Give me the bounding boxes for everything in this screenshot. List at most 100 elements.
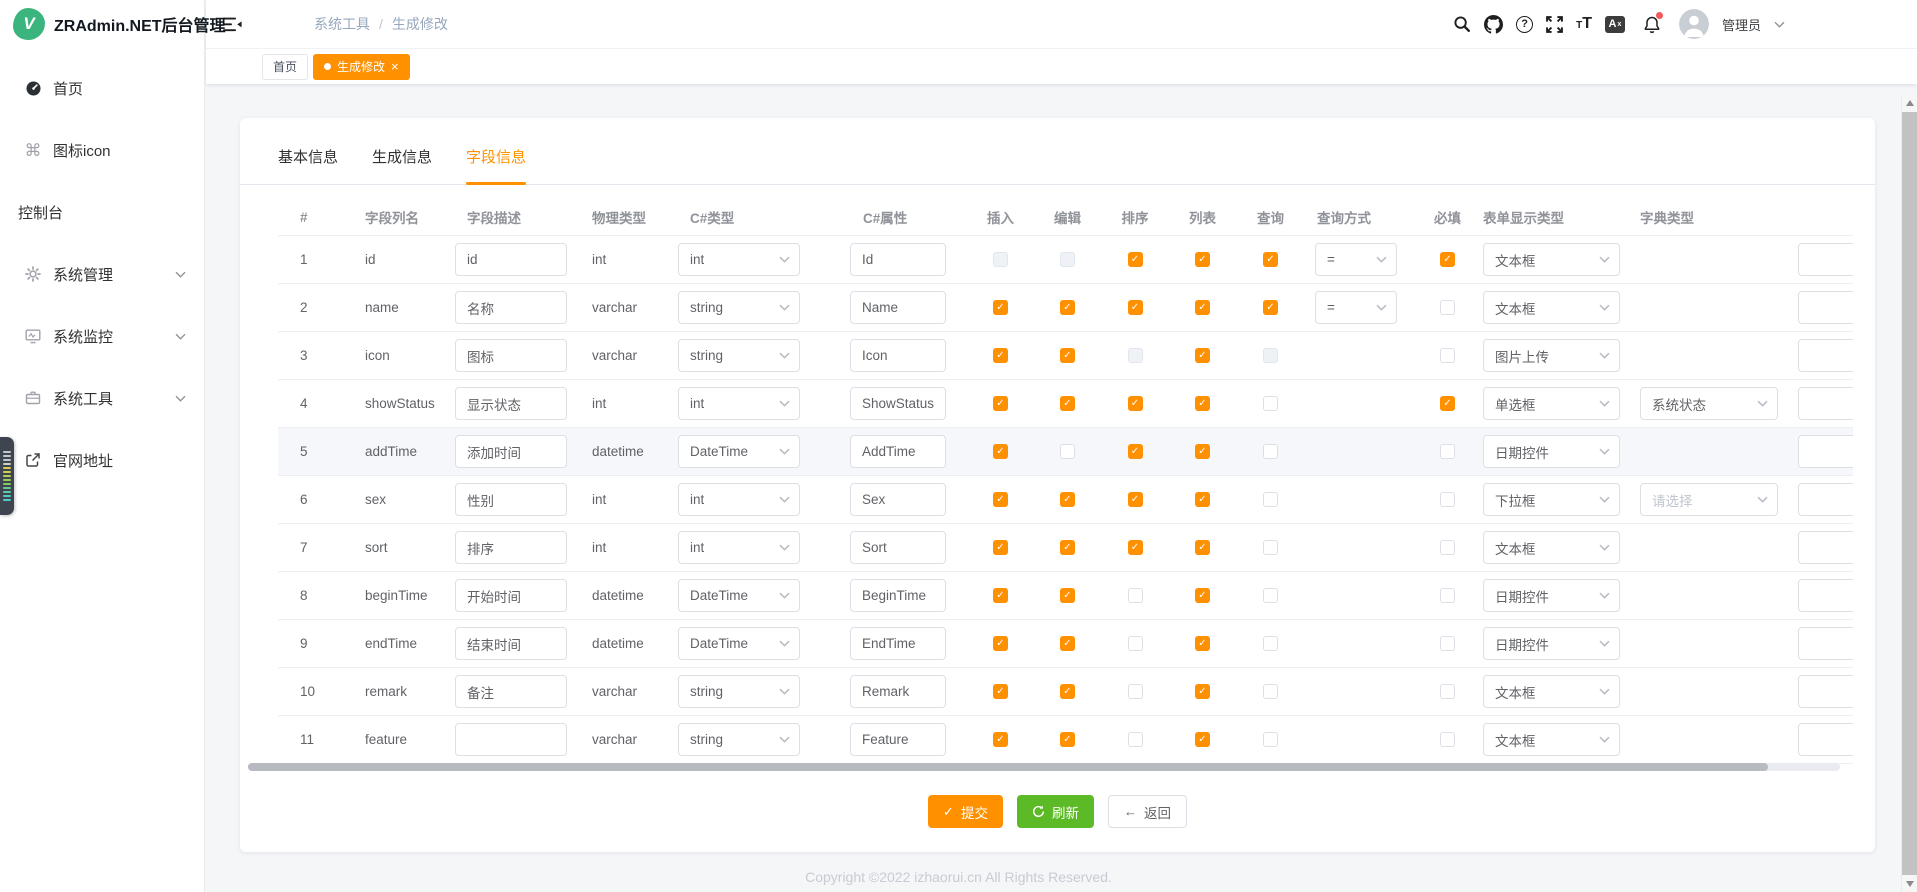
extra-input[interactable] bbox=[1798, 675, 1853, 708]
horizontal-scrollbar-thumb[interactable] bbox=[248, 763, 1768, 771]
required-checkbox-unchecked[interactable] bbox=[1440, 540, 1455, 555]
csharp-property-input[interactable] bbox=[850, 435, 946, 468]
insert-checkbox-checked[interactable] bbox=[993, 396, 1008, 411]
back-button[interactable]: ← 返回 bbox=[1108, 795, 1187, 828]
refresh-button[interactable]: 刷新 bbox=[1017, 795, 1094, 828]
extra-input[interactable] bbox=[1798, 339, 1853, 372]
insert-checkbox-checked[interactable] bbox=[993, 300, 1008, 315]
scroll-up-arrow[interactable] bbox=[1906, 100, 1914, 106]
csharp-property-input[interactable] bbox=[850, 339, 946, 372]
query-checkbox-unchecked[interactable] bbox=[1263, 396, 1278, 411]
edit-checkbox-checked[interactable] bbox=[1060, 732, 1075, 747]
insert-checkbox-checked[interactable] bbox=[993, 636, 1008, 651]
required-checkbox-unchecked[interactable] bbox=[1440, 684, 1455, 699]
required-checkbox-unchecked[interactable] bbox=[1440, 348, 1455, 363]
display-type-select[interactable]: 文本框 bbox=[1483, 675, 1620, 708]
edit-checkbox-checked[interactable] bbox=[1060, 636, 1075, 651]
dict-type-select[interactable]: 请选择 bbox=[1640, 483, 1778, 516]
tab-field-info[interactable]: 字段信息 bbox=[466, 146, 526, 184]
insert-checkbox-checked[interactable] bbox=[993, 540, 1008, 555]
query-checkbox-unchecked[interactable] bbox=[1263, 588, 1278, 603]
extra-input[interactable] bbox=[1798, 723, 1853, 756]
edit-checkbox-checked[interactable] bbox=[1060, 492, 1075, 507]
avatar[interactable] bbox=[1679, 9, 1709, 39]
description-input[interactable] bbox=[455, 531, 567, 564]
query-checkbox-checked[interactable] bbox=[1263, 252, 1278, 267]
csharp-property-input[interactable] bbox=[850, 627, 946, 660]
insert-checkbox-checked[interactable] bbox=[993, 588, 1008, 603]
sidebar-item-system-manage[interactable]: 系统管理 bbox=[0, 243, 204, 305]
display-type-select[interactable]: 文本框 bbox=[1483, 243, 1620, 276]
display-type-select[interactable]: 下拉框 bbox=[1483, 483, 1620, 516]
extra-input[interactable] bbox=[1798, 483, 1853, 516]
display-type-select[interactable]: 文本框 bbox=[1483, 723, 1620, 756]
font-size-icon[interactable]: TT bbox=[1576, 12, 1592, 36]
search-icon[interactable] bbox=[1453, 12, 1471, 36]
list-checkbox-checked[interactable] bbox=[1195, 540, 1210, 555]
query-mode-select[interactable]: = bbox=[1315, 291, 1397, 324]
help-icon[interactable]: ? bbox=[1516, 12, 1533, 36]
edit-checkbox-checked[interactable] bbox=[1060, 396, 1075, 411]
sidebar-item-system-monitor[interactable]: 系统监控 bbox=[0, 305, 204, 367]
csharp-type-select[interactable]: string bbox=[678, 675, 800, 708]
query-mode-select[interactable]: = bbox=[1315, 243, 1397, 276]
required-checkbox-unchecked[interactable] bbox=[1440, 492, 1455, 507]
sort-checkbox-unchecked[interactable] bbox=[1128, 588, 1143, 603]
sort-checkbox-unchecked[interactable] bbox=[1128, 684, 1143, 699]
list-checkbox-checked[interactable] bbox=[1195, 732, 1210, 747]
query-checkbox-checked[interactable] bbox=[1263, 300, 1278, 315]
sort-checkbox-checked[interactable] bbox=[1128, 444, 1143, 459]
csharp-property-input[interactable] bbox=[850, 675, 946, 708]
username[interactable]: 管理员 bbox=[1722, 15, 1761, 34]
csharp-type-select[interactable]: DateTime bbox=[678, 627, 800, 660]
csharp-property-input[interactable] bbox=[850, 579, 946, 612]
description-input[interactable] bbox=[455, 483, 567, 516]
sort-checkbox-checked[interactable] bbox=[1128, 300, 1143, 315]
edit-checkbox-unchecked[interactable] bbox=[1060, 444, 1075, 459]
description-input[interactable] bbox=[455, 339, 567, 372]
sidebar-item-icons[interactable]: ⌘ 图标icon bbox=[0, 119, 204, 181]
sidebar-item-system-tools[interactable]: 系统工具 bbox=[0, 367, 204, 429]
csharp-property-input[interactable] bbox=[850, 291, 946, 324]
list-checkbox-checked[interactable] bbox=[1195, 684, 1210, 699]
tag-home[interactable]: 首页 bbox=[262, 54, 308, 80]
breadcrumb-item[interactable]: 系统工具 bbox=[314, 14, 370, 34]
insert-checkbox-checked[interactable] bbox=[993, 732, 1008, 747]
query-checkbox-unchecked[interactable] bbox=[1263, 444, 1278, 459]
list-checkbox-checked[interactable] bbox=[1195, 300, 1210, 315]
description-input[interactable] bbox=[455, 723, 567, 756]
required-checkbox-unchecked[interactable] bbox=[1440, 444, 1455, 459]
csharp-type-select[interactable]: DateTime bbox=[678, 435, 800, 468]
vertical-scrollbar-thumb[interactable] bbox=[1902, 112, 1917, 875]
csharp-type-select[interactable]: int bbox=[678, 531, 800, 564]
tag-close-icon[interactable]: × bbox=[391, 60, 399, 73]
list-checkbox-checked[interactable] bbox=[1195, 492, 1210, 507]
display-type-select[interactable]: 图片上传 bbox=[1483, 339, 1620, 372]
display-type-select[interactable]: 文本框 bbox=[1483, 291, 1620, 324]
sort-checkbox-unchecked[interactable] bbox=[1128, 636, 1143, 651]
extra-input[interactable] bbox=[1798, 387, 1853, 420]
scroll-down-arrow[interactable] bbox=[1906, 881, 1914, 887]
extra-input[interactable] bbox=[1798, 291, 1853, 324]
list-checkbox-checked[interactable] bbox=[1195, 348, 1210, 363]
display-type-select[interactable]: 日期控件 bbox=[1483, 435, 1620, 468]
list-checkbox-checked[interactable] bbox=[1195, 396, 1210, 411]
extra-input[interactable] bbox=[1798, 531, 1853, 564]
description-input[interactable] bbox=[455, 579, 567, 612]
required-checkbox-unchecked[interactable] bbox=[1440, 636, 1455, 651]
csharp-type-select[interactable]: DateTime bbox=[678, 579, 800, 612]
theme-drawer-handle[interactable] bbox=[0, 437, 14, 515]
list-checkbox-checked[interactable] bbox=[1195, 636, 1210, 651]
csharp-type-select[interactable]: int bbox=[678, 243, 800, 276]
display-type-select[interactable]: 单选框 bbox=[1483, 387, 1620, 420]
csharp-property-input[interactable] bbox=[850, 483, 946, 516]
csharp-type-select[interactable]: string bbox=[678, 339, 800, 372]
display-type-select[interactable]: 日期控件 bbox=[1483, 627, 1620, 660]
edit-checkbox-checked[interactable] bbox=[1060, 684, 1075, 699]
display-type-select[interactable]: 文本框 bbox=[1483, 531, 1620, 564]
sidebar-item-console[interactable]: 控制台 bbox=[0, 181, 204, 243]
sidebar-item-home[interactable]: 首页 bbox=[0, 57, 204, 119]
csharp-type-select[interactable]: string bbox=[678, 723, 800, 756]
sort-checkbox-checked[interactable] bbox=[1128, 252, 1143, 267]
description-input[interactable] bbox=[455, 627, 567, 660]
